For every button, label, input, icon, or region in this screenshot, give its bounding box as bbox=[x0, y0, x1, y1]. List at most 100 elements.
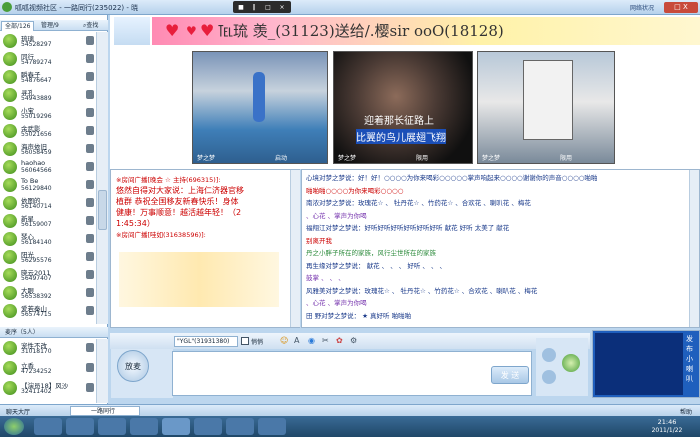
tab-managers[interactable]: 管理/9 bbox=[38, 21, 62, 31]
emoticon-icon[interactable]: ☺ bbox=[280, 336, 288, 345]
color-icon[interactable]: ◉ bbox=[308, 336, 315, 345]
quick-action-area bbox=[536, 338, 588, 396]
user-id: 56140714 bbox=[21, 203, 52, 210]
list-item[interactable]: 大眼 56538392 bbox=[0, 284, 96, 302]
post-loudspeaker-button[interactable]: 发布小喇叭 bbox=[686, 334, 698, 384]
list-item[interactable]: 琴心 56184140 bbox=[0, 230, 96, 248]
pause-icon[interactable]: ‖ bbox=[249, 4, 259, 12]
taskbar-app-icon[interactable] bbox=[130, 418, 158, 435]
public-chat-scrollbar[interactable] bbox=[290, 170, 300, 327]
private-chat-scrollbar[interactable] bbox=[689, 170, 699, 327]
scissors-icon[interactable]: ✂ bbox=[322, 336, 329, 345]
taskbar-ie-icon[interactable] bbox=[34, 418, 62, 435]
font-icon[interactable]: A bbox=[294, 336, 299, 345]
stop-icon[interactable]: □ bbox=[263, 4, 273, 12]
chat-message: 、心花 、掌声为你喝 bbox=[306, 211, 367, 220]
settings-icon[interactable]: ⚙ bbox=[350, 336, 357, 345]
list-item[interactable]: 同行 54789274 bbox=[0, 50, 96, 68]
avatar bbox=[3, 232, 17, 246]
taskbar-guagua-icon[interactable] bbox=[162, 418, 190, 435]
banner-side-panel bbox=[114, 17, 150, 45]
user-list-scrollbar[interactable] bbox=[96, 32, 108, 324]
camera-icon bbox=[86, 126, 94, 135]
user-id: 56184140 bbox=[21, 239, 52, 246]
send-button[interactable]: 发 送 bbox=[491, 366, 529, 384]
video-2-status[interactable]: 限用 bbox=[416, 153, 428, 162]
list-item[interactable]: 新星 56159007 bbox=[0, 212, 96, 230]
taskbar-media-icon[interactable] bbox=[98, 418, 126, 435]
video-1-status[interactable]: 启动 bbox=[275, 153, 287, 162]
list-item[interactable]: 瞬春子 54876647 bbox=[0, 68, 96, 86]
close-icon[interactable]: × bbox=[277, 4, 287, 12]
list-item[interactable]: 宠性不改 31018170 bbox=[0, 339, 96, 357]
list-item[interactable]: 余武影 55021656 bbox=[0, 122, 96, 140]
help-link[interactable]: 帮助 bbox=[680, 407, 692, 416]
start-button[interactable] bbox=[4, 418, 24, 435]
user-id: 54789274 bbox=[21, 59, 52, 66]
camera-icon bbox=[86, 36, 94, 45]
camera-icon bbox=[86, 270, 94, 279]
tab-chat-hall[interactable]: 聊天大厅 bbox=[6, 407, 30, 416]
list-item[interactable]: 琉璃 54528297 bbox=[0, 32, 96, 50]
gift-icon[interactable]: ✿ bbox=[336, 336, 343, 345]
gift-banner-text: ℡琉 羡_(31123)送给/.樱sir ooO(18128) bbox=[218, 22, 504, 40]
gear-icon[interactable] bbox=[542, 348, 556, 362]
camera-icon[interactable]: ■ bbox=[236, 4, 246, 12]
list-item[interactable]: 爱若秦山 56574715 bbox=[0, 302, 96, 320]
tab-current-room[interactable]: 一路同行 bbox=[70, 406, 140, 416]
chat-message: 别离开我 bbox=[306, 236, 332, 245]
video-3-status[interactable]: 限用 bbox=[560, 153, 572, 162]
camera-icon bbox=[86, 306, 94, 315]
chat-target-select[interactable]: "YGL"(31931380) bbox=[174, 336, 238, 347]
list-item[interactable]: 立香 47234252 bbox=[0, 359, 96, 377]
camera-icon bbox=[86, 288, 94, 297]
video-window-2[interactable]: 迎着那长征路上 比翼的鸟儿展翅飞翔 梦之梦 限用 bbox=[333, 51, 473, 164]
user-list: 琉璃 54528297 同行 54789274 瞬春子 54876647 寻孔 5494388… bbox=[0, 32, 96, 324]
mic-icon bbox=[86, 363, 94, 372]
message-input[interactable] bbox=[172, 351, 532, 396]
list-item[interactable]: haohao 56064566 bbox=[0, 158, 96, 176]
avatar bbox=[3, 214, 17, 228]
list-item[interactable]: 依图的 56140714 bbox=[0, 194, 96, 212]
taskbar-guagua2-icon[interactable] bbox=[194, 418, 222, 435]
avatar bbox=[3, 250, 17, 264]
video-2-label: 梦之梦 bbox=[338, 155, 357, 162]
list-item[interactable]: 阳光 56295576 bbox=[0, 248, 96, 266]
phone-icon[interactable] bbox=[562, 354, 580, 372]
list-item[interactable]: To Be 56129840 bbox=[0, 176, 96, 194]
video-window-1[interactable]: 梦之梦 启动 bbox=[192, 51, 328, 164]
taskbar-app2-icon[interactable] bbox=[258, 418, 286, 435]
list-item[interactable]: 寻孔 54943889 bbox=[0, 86, 96, 104]
video-control-group[interactable]: ■ ‖ □ × bbox=[233, 1, 291, 13]
camera-icon bbox=[86, 198, 94, 207]
bell-icon[interactable] bbox=[542, 370, 556, 384]
mic-queue-scrollbar[interactable] bbox=[96, 339, 108, 403]
camera-icon bbox=[86, 108, 94, 117]
whisper-checkbox[interactable] bbox=[241, 337, 249, 345]
chat-toolbar: "YGL"(31931380) 悄悄 ☺ A ◉ ✂ ✿ ⚙ bbox=[110, 333, 590, 349]
search-button[interactable]: ⌕查找 bbox=[80, 21, 101, 31]
network-status[interactable]: 网络状况 bbox=[630, 3, 654, 12]
taskbar-folder-icon[interactable] bbox=[66, 418, 94, 435]
list-item[interactable]: 【演员18】风沙 32411402 bbox=[0, 379, 96, 397]
avatar bbox=[3, 70, 17, 84]
avatar bbox=[3, 124, 17, 138]
tab-all-users[interactable]: 全部/126 bbox=[1, 21, 35, 31]
camera-icon bbox=[86, 180, 94, 189]
window-close-button[interactable]: □ X bbox=[664, 2, 698, 13]
scrollbar-thumb[interactable] bbox=[98, 190, 107, 230]
user-id: 32411402 bbox=[21, 388, 52, 395]
video-window-3[interactable]: 梦之梦 限用 bbox=[477, 51, 615, 164]
list-item[interactable]: 小宝 55019296 bbox=[0, 104, 96, 122]
chat-message: 健康！万事顺意！越活越年轻！（2 bbox=[116, 208, 242, 217]
camera-icon bbox=[86, 54, 94, 63]
avatar bbox=[3, 88, 17, 102]
avatar bbox=[3, 361, 17, 375]
list-item[interactable]: 海声依旧 56058459 bbox=[0, 140, 96, 158]
list-item[interactable]: 晓云2011 56497407 bbox=[0, 266, 96, 284]
avatar bbox=[3, 160, 17, 174]
camera-icon bbox=[86, 252, 94, 261]
release-mic-button[interactable]: 放麦 bbox=[117, 350, 149, 382]
taskbar-explorer-icon[interactable] bbox=[226, 418, 254, 435]
chat-message: 福翔江对梦之梦说：好听好听好听好听好听好听 献花 好听 太美了 献花 bbox=[306, 224, 510, 232]
